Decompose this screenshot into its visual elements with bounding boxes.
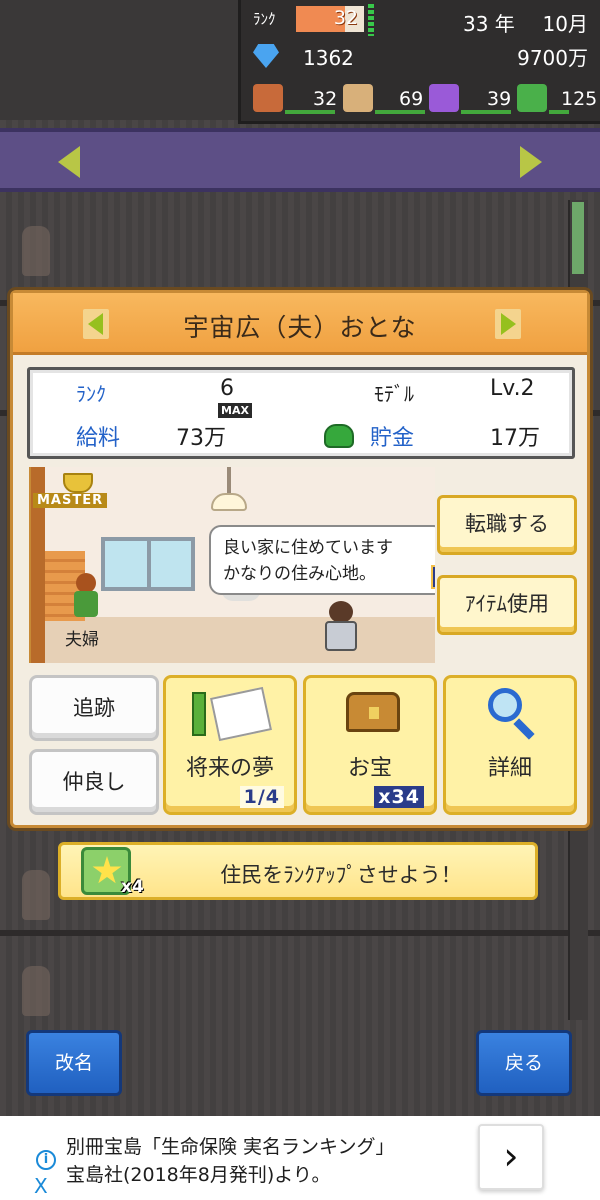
character-body	[74, 591, 98, 617]
track-button[interactable]: 追跡	[29, 675, 159, 741]
rank-up-hint-banner[interactable]: x4 住民をﾗﾝｸｱｯﾌﾟさせよう！	[58, 842, 538, 900]
food-gauge	[285, 110, 335, 114]
book-count: 125	[561, 88, 598, 110]
speech-bubble: 良い家に住めています かなりの住み心地。	[209, 525, 435, 595]
master-badge: MASTER	[33, 493, 108, 508]
treasure-chest-icon	[346, 692, 400, 732]
treasure-button[interactable]: お宝 x34	[303, 675, 437, 815]
music-note-icon	[429, 84, 459, 112]
magnifier-handle	[513, 718, 535, 740]
resident-room-scene: MASTER 夫婦 良い家に住めています かなりの住み心地。 11	[29, 467, 435, 663]
gem-icon	[253, 44, 279, 68]
book-icon	[517, 84, 547, 112]
treasure-label: お宝	[347, 756, 392, 781]
treasure-count: x34	[374, 786, 424, 808]
room-window	[101, 537, 195, 591]
comfort-number: 11	[431, 565, 435, 589]
floor-prev-arrow-icon[interactable]	[58, 146, 80, 178]
befriend-button[interactable]: 仲良し	[29, 749, 159, 815]
speech-line-2: かなりの住み心地。	[223, 564, 376, 584]
details-button[interactable]: 詳細	[443, 675, 577, 815]
food-icon	[253, 84, 283, 112]
character-head	[329, 601, 353, 623]
ad-info-icon[interactable]: i	[36, 1150, 56, 1170]
dream-progress: 1/4	[239, 786, 284, 808]
model-level: Lv.2	[490, 376, 535, 401]
paper-icon	[210, 686, 272, 742]
ad-text-line-2[interactable]: 宝島社(2018年8月発刊)より。	[66, 1160, 331, 1187]
character-head	[76, 573, 96, 593]
arrow-left-icon	[88, 313, 103, 335]
ad-close-icon[interactable]: X	[34, 1174, 48, 1198]
pencil-icon	[192, 692, 206, 736]
salary-value: 73万	[176, 426, 226, 451]
spouse-character	[71, 573, 101, 617]
rank-label: ﾗﾝｸ	[253, 10, 276, 28]
hint-text: 住民をﾗﾝｸｱｯﾌﾟさせよう！	[220, 863, 462, 887]
salary-label: 給料	[76, 426, 121, 451]
future-dream-button[interactable]: 将来の夢 1/4	[163, 675, 297, 815]
rank-value: 32	[333, 7, 358, 29]
ad-chevron-right-icon[interactable]: ›	[478, 1124, 544, 1190]
rank-label: ﾗﾝｸ	[76, 382, 106, 406]
resident-name: 宇宙広（夫）おとな	[183, 313, 417, 342]
future-dream-label: 将来の夢	[185, 756, 274, 781]
gem-count: 1362	[303, 46, 354, 70]
materials-count: 69	[399, 88, 424, 110]
details-label: 詳細	[487, 756, 532, 781]
use-item-button[interactable]: ｱｲﾃﾑ使用	[437, 575, 577, 635]
rank-bar: 32	[296, 6, 364, 32]
arrow-right-icon	[501, 313, 516, 335]
year-display: 33 年	[463, 12, 515, 36]
book-gauge	[549, 110, 569, 114]
ad-text-line-1[interactable]: 別冊宝島「生命保険 実名ランキング」	[66, 1132, 394, 1159]
model-label: ﾓﾃﾞﾙ	[374, 382, 414, 406]
rename-button[interactable]: 改名	[26, 1030, 122, 1096]
resident-rank-value: 6	[220, 376, 234, 401]
savings-purse-icon	[324, 424, 354, 448]
resident-stats-box: ﾗﾝｸ 6 MAX ﾓﾃﾞﾙ Lv.2 給料 73万 貯金 17万	[27, 367, 575, 459]
resident-character	[321, 601, 361, 653]
floor-selector-band	[0, 128, 600, 192]
scrollbar-thumb[interactable]	[572, 202, 584, 274]
background-resident	[22, 870, 50, 920]
background-resident	[22, 966, 50, 1016]
background-resident	[22, 226, 50, 276]
rank-meter-icon	[368, 4, 374, 36]
savings-label: 貯金	[370, 426, 415, 451]
speech-line-1: 良い家に住めています	[223, 538, 393, 558]
money-display: 9700万	[517, 46, 588, 70]
materials-bag-icon	[343, 84, 373, 112]
savings-value: 17万	[490, 426, 540, 451]
floor-next-arrow-icon[interactable]	[520, 146, 542, 178]
resident-detail-dialog: 宇宙広（夫）おとな ﾗﾝｸ 6 MAX ﾓﾃﾞﾙ Lv.2 給料 73万 貯金 …	[10, 290, 590, 828]
max-badge: MAX	[218, 403, 252, 418]
character-body	[325, 621, 357, 651]
music-gauge	[461, 110, 511, 114]
materials-gauge	[375, 110, 425, 114]
lamp-icon	[211, 493, 247, 511]
status-panel: ﾗﾝｸ 32 33 年 10月 1362 9700万 32 69 39 125	[238, 0, 600, 124]
star-count: x4	[121, 877, 144, 897]
back-button[interactable]: 戻る	[476, 1030, 572, 1096]
prev-resident-button[interactable]	[83, 309, 109, 339]
music-count: 39	[487, 88, 512, 110]
floor-divider	[0, 930, 600, 936]
star-shape	[92, 856, 122, 884]
trophy-icon	[63, 473, 93, 493]
lamp-cord	[227, 467, 231, 495]
dialog-header: 宇宙広（夫）おとな	[13, 293, 587, 355]
month-display: 10月	[542, 12, 588, 36]
food-count: 32	[313, 88, 338, 110]
couple-label: 夫婦	[65, 630, 99, 650]
next-resident-button[interactable]	[495, 309, 521, 339]
magnifier-icon	[488, 688, 522, 722]
change-job-button[interactable]: 転職する	[437, 495, 577, 555]
